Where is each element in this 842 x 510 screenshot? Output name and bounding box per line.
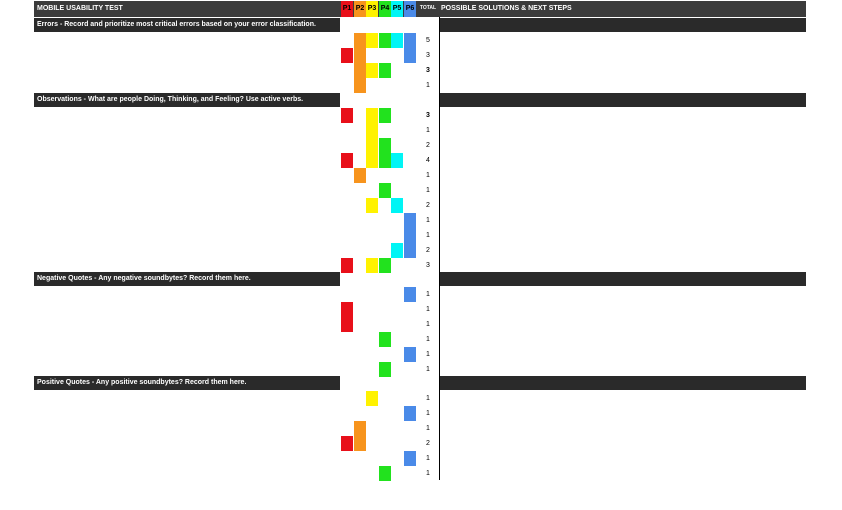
- total-column-header: TOTAL: [419, 5, 437, 11]
- mark-cell: [404, 406, 416, 421]
- row-total: 1: [426, 395, 430, 402]
- mark-cell: [341, 258, 353, 273]
- solutions-column-header: POSSIBLE SOLUTIONS & NEXT STEPS: [441, 5, 572, 12]
- section-positive-solutions-bar: [440, 376, 806, 390]
- row-total: 1: [426, 187, 430, 194]
- row-total: 1: [426, 366, 430, 373]
- section-observations-label: Observations - What are people Doing, Th…: [34, 93, 340, 107]
- section-errors-label: Errors - Record and prioritize most crit…: [34, 18, 340, 32]
- row-total: 1: [426, 336, 430, 343]
- row-total: 1: [426, 321, 430, 328]
- mark-cell: [404, 213, 416, 228]
- participant-header-p5: P5: [391, 1, 403, 17]
- mark-cell: [366, 123, 378, 138]
- mark-cell: [354, 78, 366, 93]
- mark-cell: [341, 153, 353, 168]
- mark-cell: [391, 198, 403, 213]
- mark-cell: [379, 138, 391, 153]
- mark-cell: [354, 48, 366, 63]
- section-negative-label: Negative Quotes - Any negative soundbyte…: [34, 272, 340, 286]
- mark-cell: [379, 183, 391, 198]
- mark-cell: [404, 33, 416, 48]
- mark-cell: [341, 317, 353, 332]
- sheet-title: MOBILE USABILITY TEST: [37, 5, 123, 12]
- mark-cell: [404, 48, 416, 63]
- row-total: 3: [426, 52, 430, 59]
- mark-cell: [366, 153, 378, 168]
- row-total: 5: [426, 37, 430, 44]
- row-total: 1: [426, 232, 430, 239]
- mark-cell: [341, 436, 353, 451]
- participant-header-p4: P4: [379, 1, 391, 17]
- mark-cell: [354, 436, 366, 451]
- section-negative-solutions-bar: [440, 272, 806, 286]
- mark-cell: [354, 421, 366, 436]
- row-total: 3: [426, 67, 430, 74]
- row-total: 2: [426, 202, 430, 209]
- mark-cell: [391, 243, 403, 258]
- mark-cell: [404, 347, 416, 362]
- mark-cell: [404, 228, 416, 243]
- row-total: 1: [426, 291, 430, 298]
- mark-cell: [379, 108, 391, 123]
- mark-cell: [379, 153, 391, 168]
- row-total: 1: [426, 455, 430, 462]
- row-total: 3: [426, 112, 430, 119]
- mark-cell: [391, 33, 403, 48]
- mark-cell: [341, 302, 353, 317]
- mark-cell: [366, 258, 378, 273]
- mark-cell: [354, 63, 366, 78]
- mark-cell: [379, 258, 391, 273]
- row-total: 3: [426, 262, 430, 269]
- mark-cell: [379, 332, 391, 347]
- row-total: 2: [426, 142, 430, 149]
- row-total: 1: [426, 351, 430, 358]
- mark-cell: [404, 243, 416, 258]
- participant-header-p2: P2: [354, 1, 366, 17]
- mark-cell: [354, 168, 366, 183]
- mark-cell: [366, 198, 378, 213]
- mark-cell: [354, 33, 366, 48]
- solutions-divider: [439, 17, 440, 480]
- mark-cell: [366, 63, 378, 78]
- mark-cell: [404, 451, 416, 466]
- row-total: 2: [426, 247, 430, 254]
- row-total: 1: [426, 82, 430, 89]
- row-total: 1: [426, 470, 430, 477]
- mark-cell: [366, 138, 378, 153]
- mark-cell: [341, 108, 353, 123]
- participant-header-p1: P1: [341, 1, 353, 17]
- row-total: 4: [426, 157, 430, 164]
- section-positive-label: Positive Quotes - Any positive soundbyte…: [34, 376, 340, 390]
- mark-cell: [366, 391, 378, 406]
- mark-cell: [379, 33, 391, 48]
- participant-header-p3: P3: [366, 1, 378, 17]
- row-total: 1: [426, 127, 430, 134]
- row-total: 1: [426, 306, 430, 313]
- mark-cell: [379, 63, 391, 78]
- row-total: 1: [426, 217, 430, 224]
- row-total: 1: [426, 410, 430, 417]
- row-total: 2: [426, 440, 430, 447]
- section-observations-solutions-bar: [440, 93, 806, 107]
- mark-cell: [366, 33, 378, 48]
- mark-cell: [379, 362, 391, 377]
- participant-header-p6: P6: [404, 1, 416, 17]
- mark-cell: [404, 287, 416, 302]
- mark-cell: [341, 48, 353, 63]
- mark-cell: [379, 466, 391, 481]
- row-total: 1: [426, 425, 430, 432]
- section-errors-solutions-bar: [440, 18, 806, 32]
- mark-cell: [366, 108, 378, 123]
- row-total: 1: [426, 172, 430, 179]
- mark-cell: [391, 153, 403, 168]
